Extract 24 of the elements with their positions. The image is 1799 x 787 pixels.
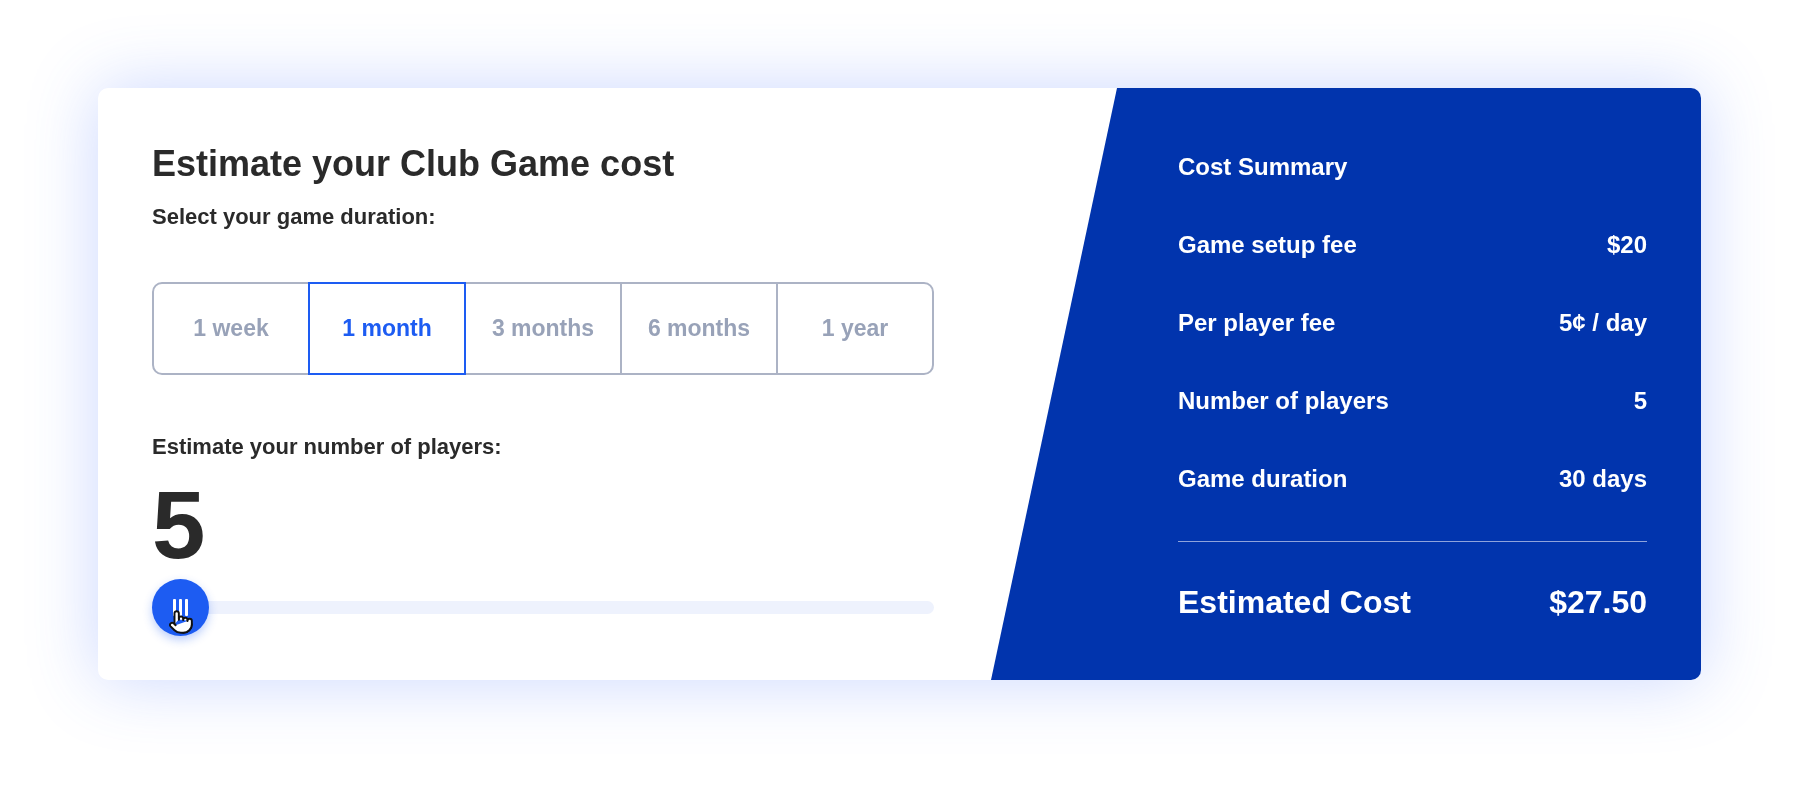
summary-title: Cost Summary [1178,152,1348,182]
summary-row-value: 5 [1633,386,1647,416]
summary-row-value: $20 [1606,230,1647,260]
summary-row-label: Number of players [1178,386,1389,416]
players-label: Estimate your number of players: [152,433,502,461]
duration-tab[interactable]: 3 months [464,282,622,375]
players-slider-track[interactable] [152,579,934,636]
estimated-cost-value: $27.50 [1549,583,1647,622]
summary-row-value: 5¢ / day [1558,308,1647,338]
duration-tab[interactable]: 1 month [308,282,466,375]
player-count: 5 [152,477,206,573]
summary-row-label: Game setup fee [1178,230,1357,260]
summary-row-value: 30 days [1558,464,1647,494]
duration-label: Select your game duration: [152,203,436,231]
duration-tab[interactable]: 1 week [152,282,310,375]
estimated-cost-label: Estimated Cost [1178,583,1411,622]
summary-row-label: Game duration [1178,464,1348,494]
duration-tab[interactable]: 6 months [620,282,778,375]
hand-cursor-icon [168,608,194,636]
calculator-title: Estimate your Club Game cost [152,142,675,186]
duration-tab[interactable]: 1 year [776,282,934,375]
grip-lines-icon [173,599,188,616]
slider-thumb[interactable] [152,579,209,636]
summary-row-label: Per player fee [1178,308,1336,338]
